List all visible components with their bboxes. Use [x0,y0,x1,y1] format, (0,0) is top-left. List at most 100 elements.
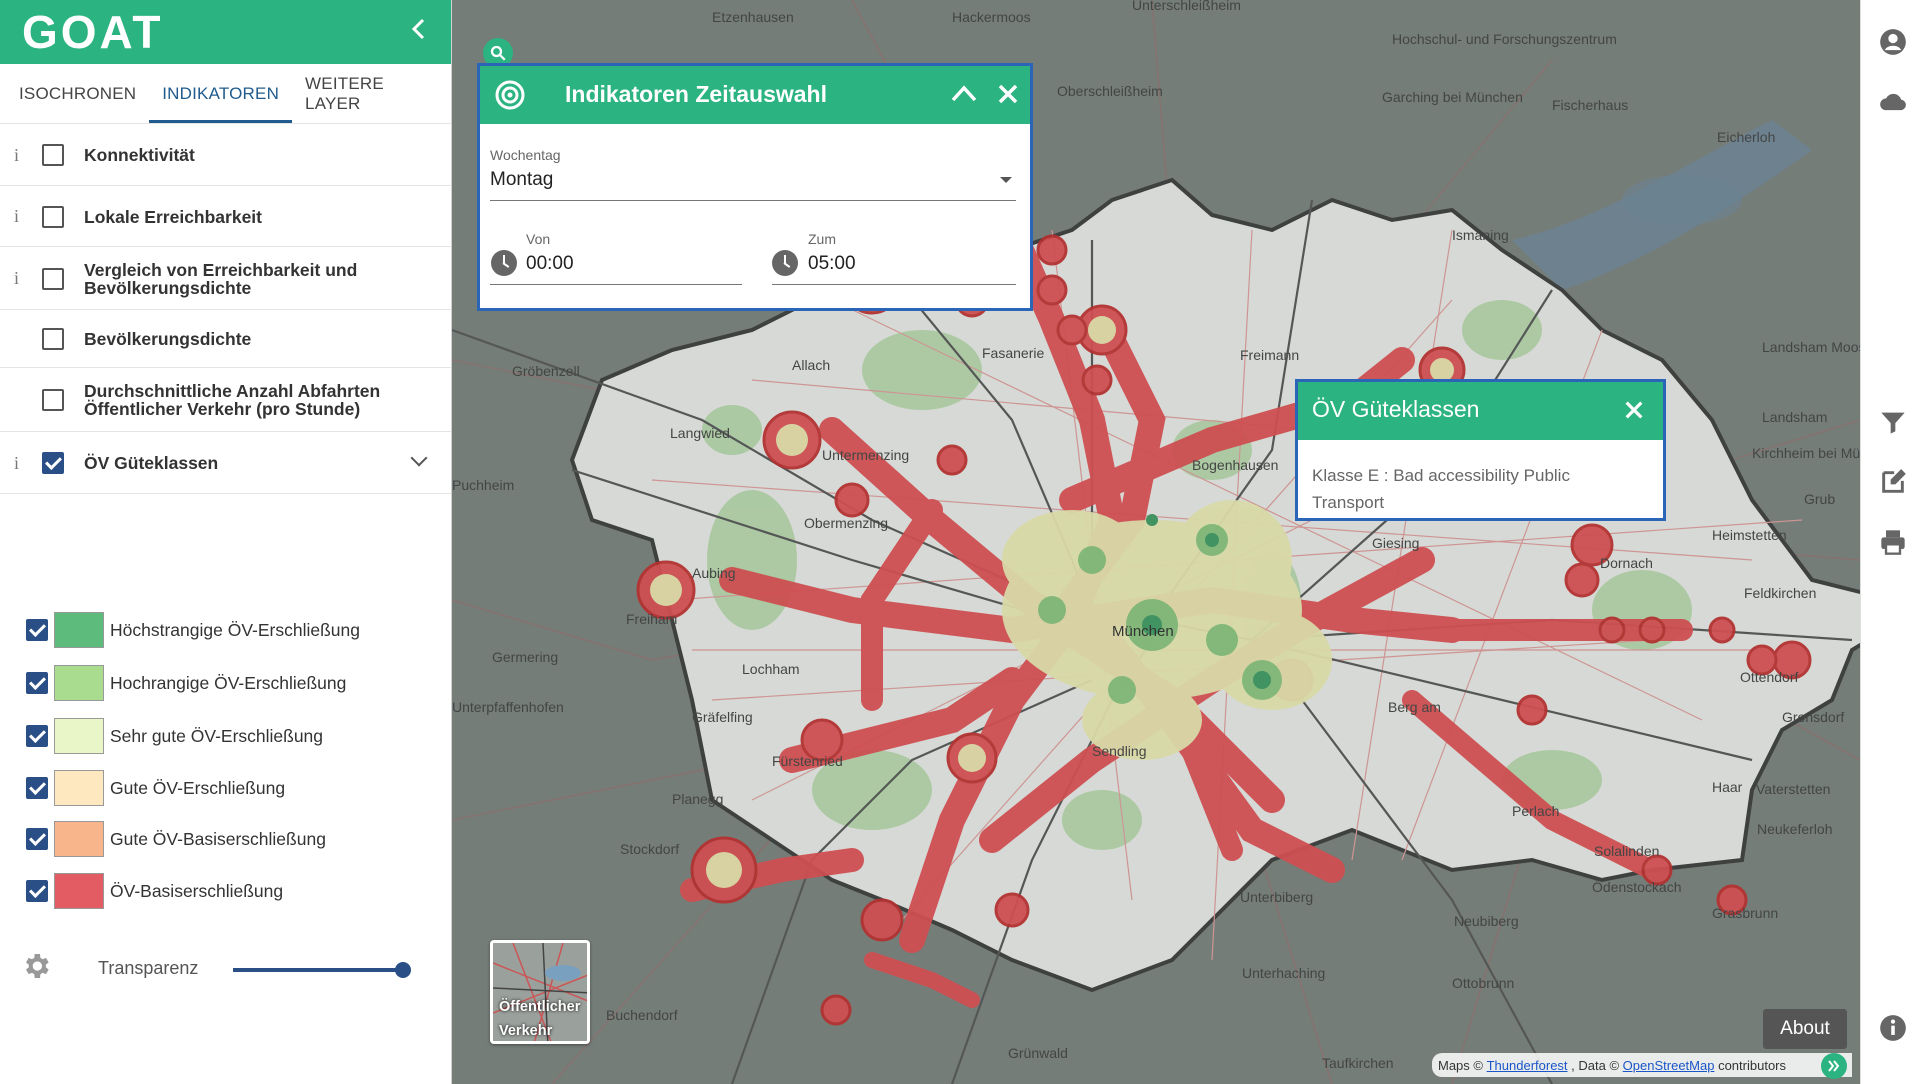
legend-swatch [54,665,104,701]
popup-title: ÖV Güteklassen [1312,396,1480,422]
edit-icon[interactable] [1879,468,1907,496]
indicator-checkbox[interactable] [42,144,64,166]
info-icon[interactable]: i [14,206,19,227]
user-icon[interactable] [1879,28,1907,56]
indicator-label: Lokale Erreichbarkeit [84,206,262,227]
legend-swatch [54,821,104,857]
info-icon[interactable]: i [14,453,19,474]
thunderforest-link[interactable]: Thunderforest [1487,1058,1568,1073]
tab-isochronen[interactable]: ISOCHRONEN [6,64,149,123]
transparency-slider-thumb[interactable] [395,962,411,978]
legend-item[interactable]: Hochrangige ÖV-Erschließung [26,665,346,701]
transparency-label: Transparenz [98,958,199,978]
dropdown-arrow-icon[interactable] [998,174,1014,186]
indicator-checkbox[interactable] [42,452,64,474]
sidebar: GOAT ISOCHRONEN INDIKATOREN WEITERE LAYE… [0,0,452,1084]
legend-swatch [54,873,104,909]
legend-swatch [54,612,104,648]
indicator-label: Vergleich von Erreichbarkeit und Bevölke… [84,259,358,298]
double-chevron-right-icon [1828,1060,1840,1072]
indicator-checkbox[interactable] [42,205,64,228]
attribution-toggle-button[interactable] [1821,1053,1847,1079]
indicator-row-lokale-erreichbarkeit[interactable]: i Lokale Erreichbarkeit [0,186,451,247]
popup-body-text: Klasse E : Bad accessibility Public Tran… [1312,466,1570,512]
attribution-mid: , Data © [1571,1057,1620,1073]
popup-header: ÖV Güteklassen [1298,382,1663,440]
indicator-row-oev-gueteklassen[interactable]: i ÖV Güteklassen [0,432,451,494]
legend-label: Höchstrangige ÖV-Erschließung [110,619,360,640]
legend-label: Hochrangige ÖV-Erschließung [110,672,347,693]
indicator-label: Durchschnittliche Anzahl Abfahrten Öffen… [84,381,381,419]
indicator-row-bevoelkerungsdichte[interactable]: Bevölkerungsdichte [0,310,451,368]
to-label: Zum [808,231,836,247]
clock-icon [491,250,517,276]
cloud-icon[interactable] [1879,88,1907,116]
to-time-input[interactable]: 05:00 [808,253,856,275]
panel-header: Indikatoren Zeitauswahl [480,66,1030,124]
info-icon[interactable]: i [14,145,19,166]
print-icon[interactable] [1879,528,1907,556]
legend-checkbox[interactable] [26,672,48,694]
tab-bar: ISOCHRONEN INDIKATOREN WEITERE LAYER [0,64,451,124]
feature-popup: ÖV Güteklassen Klasse E : Bad accessibil… [1295,379,1666,521]
legend-item[interactable]: ÖV-Basiserschließung [26,873,283,909]
logo-bar: GOAT [0,0,451,64]
settings-button[interactable] [20,950,52,982]
to-underline [772,284,1016,285]
indicator-row-abfahrten[interactable]: Durchschnittliche Anzahl Abfahrten Öffen… [0,368,451,432]
weekday-label: Wochentag [490,147,561,163]
collapse-sidebar-button[interactable] [409,15,429,49]
info-icon[interactable] [1879,1014,1907,1042]
indicator-label: Bevölkerungsdichte [84,329,252,349]
from-label: Von [526,231,551,247]
chevron-up-icon[interactable] [950,82,978,106]
from-underline [490,284,742,285]
legend-item[interactable]: Gute ÖV-Erschließung [26,770,285,806]
right-toolbar [1860,0,1924,1084]
clock-icon [772,250,798,276]
filter-icon[interactable] [1879,408,1907,436]
map-attribution: Maps © Thunderforest , Data © OpenStreet… [1432,1053,1852,1077]
indicator-row-konnektivitaet[interactable]: i Konnektivität [0,124,451,186]
legend-checkbox[interactable] [26,880,48,902]
openstreetmap-link[interactable]: OpenStreetMap [1623,1058,1715,1073]
legend-swatch [54,718,104,754]
attribution-suffix: contributors [1718,1057,1786,1073]
legend-item[interactable]: Gute ÖV-Basiserschließung [26,821,326,857]
indicator-checkbox[interactable] [42,328,64,350]
legend-label: Gute ÖV-Basiserschließung [110,828,326,849]
info-icon[interactable]: i [14,268,19,289]
close-icon[interactable] [1623,399,1645,421]
target-icon [495,80,525,110]
chevron-left-icon [411,18,425,40]
chevron-down-icon[interactable] [410,449,428,467]
legend-item[interactable]: Höchstrangige ÖV-Erschließung [26,612,360,648]
tab-weitere-layer[interactable]: WEITERE LAYER [292,64,451,123]
legend-checkbox[interactable] [26,725,48,747]
tab-indikatoren[interactable]: INDIKATOREN [149,67,293,123]
legend-checkbox[interactable] [26,777,48,799]
legend-label: Gute ÖV-Erschließung [110,777,286,798]
indicator-row-vergleich[interactable]: i Vergleich von Erreichbarkeit und Bevöl… [0,247,451,310]
app-logo: GOAT [22,6,164,58]
gear-icon [26,954,49,978]
indicator-label: ÖV Güteklassen [84,453,219,473]
legend-item[interactable]: Sehr gute ÖV-Erschließung [26,718,323,754]
transparency-slider-track[interactable] [233,968,403,972]
from-time-input[interactable]: 00:00 [526,253,574,275]
about-button[interactable]: About [1763,1009,1847,1049]
indikatoren-zeitauswahl-panel: Indikatoren Zeitauswahl Wochentag Montag… [477,63,1033,311]
indicator-checkbox[interactable] [42,389,64,411]
legend-checkbox[interactable] [26,619,48,641]
basemap-label: Öffentlicher Verkehr [499,999,581,1039]
attribution-prefix: Maps © [1438,1057,1483,1073]
legend-swatch [54,770,104,806]
legend-label: Sehr gute ÖV-Erschließung [110,725,324,746]
search-icon [490,45,506,61]
weekday-select[interactable]: Montag [490,169,553,191]
close-icon[interactable] [996,82,1020,106]
basemap-switcher[interactable]: Öffentlicher Verkehr [490,940,590,1044]
indicator-label: Konnektivität [84,145,195,165]
indicator-checkbox[interactable] [42,267,64,290]
legend-checkbox[interactable] [26,828,48,850]
